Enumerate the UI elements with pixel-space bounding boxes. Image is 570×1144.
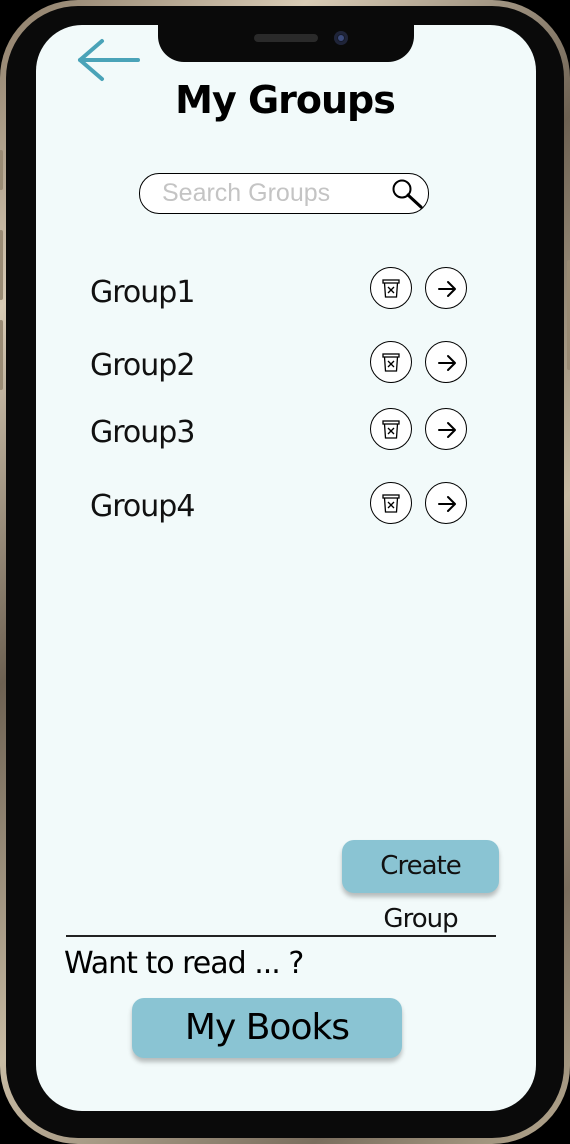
search-bar[interactable] bbox=[139, 173, 429, 214]
group-row: Group3 bbox=[90, 408, 470, 455]
group-row: Group1 bbox=[90, 267, 470, 315]
delete-group-button[interactable] bbox=[370, 341, 412, 383]
search-input[interactable] bbox=[162, 174, 380, 212]
trash-icon bbox=[382, 420, 400, 439]
search-icon[interactable] bbox=[390, 178, 424, 210]
group-name[interactable]: Group3 bbox=[90, 411, 195, 455]
want-to-read-prompt: Want to read ... ? bbox=[64, 946, 304, 981]
group-row: Group2 bbox=[90, 341, 470, 388]
trash-icon bbox=[382, 494, 400, 513]
trash-icon bbox=[382, 353, 400, 372]
trash-icon bbox=[382, 279, 400, 298]
open-group-button[interactable] bbox=[425, 341, 467, 383]
open-group-button[interactable] bbox=[425, 267, 467, 309]
arrow-right-icon bbox=[438, 422, 456, 438]
delete-group-button[interactable] bbox=[370, 408, 412, 450]
delete-group-button[interactable] bbox=[370, 482, 412, 524]
group-name[interactable]: Group1 bbox=[90, 271, 195, 315]
side-button bbox=[0, 320, 3, 390]
side-button bbox=[0, 230, 3, 300]
page-title: My Groups bbox=[175, 78, 396, 122]
group-name[interactable]: Group4 bbox=[90, 485, 195, 529]
divider bbox=[66, 935, 496, 937]
arrow-right-icon bbox=[438, 496, 456, 512]
group-row: Group4 bbox=[90, 482, 470, 529]
delete-group-button[interactable] bbox=[370, 267, 412, 309]
front-camera bbox=[334, 31, 348, 45]
arrow-right-icon bbox=[438, 355, 456, 371]
group-name[interactable]: Group2 bbox=[90, 344, 195, 388]
open-group-button[interactable] bbox=[425, 482, 467, 524]
speaker-grille bbox=[254, 34, 318, 42]
arrow-right-icon bbox=[438, 281, 456, 297]
side-button bbox=[0, 150, 3, 190]
phone-notch bbox=[158, 24, 414, 62]
create-group-button[interactable]: Create Group bbox=[342, 840, 499, 934]
open-group-button[interactable] bbox=[425, 408, 467, 450]
my-books-button[interactable]: My Books bbox=[132, 998, 402, 1058]
